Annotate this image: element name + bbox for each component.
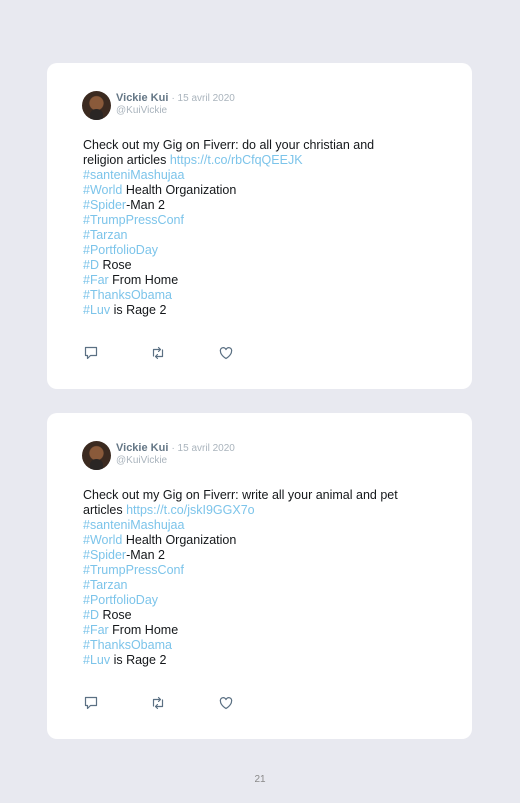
avatar[interactable] <box>82 441 111 470</box>
retweet-button[interactable] <box>150 345 166 361</box>
hashtag-line: #Spider-Man 2 <box>83 548 423 563</box>
hashtag[interactable]: #Tarzan <box>83 578 127 592</box>
hashtag-text: Rose <box>98 608 132 622</box>
hashtag-line: #TrumpPressConf <box>83 213 423 228</box>
hashtag[interactable]: #TrumpPressConf <box>83 213 184 227</box>
hashtag[interactable]: #Far <box>83 273 109 287</box>
reply-icon <box>84 346 98 360</box>
retweet-icon <box>152 346 164 360</box>
tweet-text-line: Check out my Gig on Fiverr: write all yo… <box>83 488 398 502</box>
hashtag-line: #santeniMashujaa <box>83 518 423 533</box>
hashtag-line: #World Health Organization <box>83 533 423 548</box>
hashtag-line: #Far From Home <box>83 273 423 288</box>
tweet-text: Check out my Gig on Fiverr: do all your … <box>83 138 423 318</box>
hashtag-text: -Man 2 <box>126 198 165 212</box>
hashtag-line: #Far From Home <box>83 623 423 638</box>
tweet-text-line: religion articles https://t.co/rbCfqQEEJ… <box>83 153 423 168</box>
tweet-card: Vickie Kui · 15 avril 2020 @KuiVickie Ch… <box>47 63 472 389</box>
author-name[interactable]: Vickie Kui <box>116 92 168 104</box>
tweet-date: · 15 avril 2020 <box>171 93 235 104</box>
hashtag-line: #ThanksObama <box>83 288 423 303</box>
reply-button[interactable] <box>83 345 99 361</box>
hashtag-text: Rose <box>98 258 132 272</box>
hashtag-line: #PortfolioDay <box>83 243 423 258</box>
hashtag[interactable]: #Spider <box>83 198 126 212</box>
hashtag-line: #World Health Organization <box>83 183 423 198</box>
hashtag[interactable]: #TrumpPressConf <box>83 563 184 577</box>
tweet-date: · 15 avril 2020 <box>171 443 235 454</box>
hashtag[interactable]: #PortfolioDay <box>83 593 158 607</box>
like-button[interactable] <box>218 695 234 711</box>
hashtag-line: #TrumpPressConf <box>83 563 423 578</box>
author-handle[interactable]: @KuiVickie <box>116 105 167 117</box>
hashtag-line: #PortfolioDay <box>83 593 423 608</box>
hashtag-text: is Rage 2 <box>110 653 167 667</box>
hashtag[interactable]: #Luv <box>83 303 110 317</box>
reply-icon <box>84 696 98 710</box>
hashtag-line: #Spider-Man 2 <box>83 198 423 213</box>
tweet-text-fragment: articles <box>83 503 127 517</box>
hashtag[interactable]: #ThanksObama <box>83 638 172 652</box>
hashtag[interactable]: #D <box>83 258 99 272</box>
hashtag[interactable]: #D <box>83 608 99 622</box>
tweet-header: Vickie Kui · 15 avril 2020 <box>116 442 235 455</box>
hashtag-line: #Luv is Rage 2 <box>83 653 423 668</box>
hashtag[interactable]: #santeniMashujaa <box>83 168 184 182</box>
hashtag-text: From Home <box>108 273 179 287</box>
tweet-text-fragment: religion articles <box>83 153 170 167</box>
tweet-card: Vickie Kui · 15 avril 2020 @KuiVickie Ch… <box>47 413 472 739</box>
author-name[interactable]: Vickie Kui <box>116 442 168 454</box>
retweet-button[interactable] <box>150 695 166 711</box>
hashtag[interactable]: #Luv <box>83 653 110 667</box>
like-icon <box>219 697 233 710</box>
hashtag-line: #ThanksObama <box>83 638 423 653</box>
hashtag[interactable]: #ThanksObama <box>83 288 172 302</box>
hashtag-line: #Tarzan <box>83 228 423 243</box>
hashtag[interactable]: #santeniMashujaa <box>83 518 184 532</box>
tweet-text-line: Check out my Gig on Fiverr: do all your … <box>83 138 375 152</box>
page-number: 21 <box>254 774 266 785</box>
hashtag-line: #Luv is Rage 2 <box>83 303 423 318</box>
hashtag-text: -Man 2 <box>126 548 165 562</box>
hashtag[interactable]: #World <box>83 533 122 547</box>
avatar[interactable] <box>82 91 111 120</box>
hashtag-line: #Tarzan <box>83 578 423 593</box>
like-icon <box>219 347 233 360</box>
hashtag-text: Health Organization <box>122 183 237 197</box>
hashtag[interactable]: #Far <box>83 623 109 637</box>
hashtag[interactable]: #World <box>83 183 122 197</box>
retweet-icon <box>152 696 164 710</box>
tweet-link[interactable]: https://t.co/jskI9GGX7o <box>126 503 255 517</box>
tweet-text-line: articles https://t.co/jskI9GGX7o <box>83 503 423 518</box>
tweet-link[interactable]: https://t.co/rbCfqQEEJK <box>170 153 303 167</box>
reply-button[interactable] <box>83 695 99 711</box>
hashtag-line: #D Rose <box>83 608 423 623</box>
hashtag-text: is Rage 2 <box>110 303 167 317</box>
like-button[interactable] <box>218 345 234 361</box>
tweet-header: Vickie Kui · 15 avril 2020 <box>116 92 235 105</box>
hashtag-line: #santeniMashujaa <box>83 168 423 183</box>
hashtag-line: #D Rose <box>83 258 423 273</box>
hashtag-text: From Home <box>108 623 179 637</box>
hashtag[interactable]: #Spider <box>83 548 126 562</box>
hashtag[interactable]: #PortfolioDay <box>83 243 158 257</box>
author-handle[interactable]: @KuiVickie <box>116 455 167 467</box>
tweet-text: Check out my Gig on Fiverr: write all yo… <box>83 488 423 668</box>
hashtag[interactable]: #Tarzan <box>83 228 127 242</box>
hashtag-text: Health Organization <box>122 533 237 547</box>
